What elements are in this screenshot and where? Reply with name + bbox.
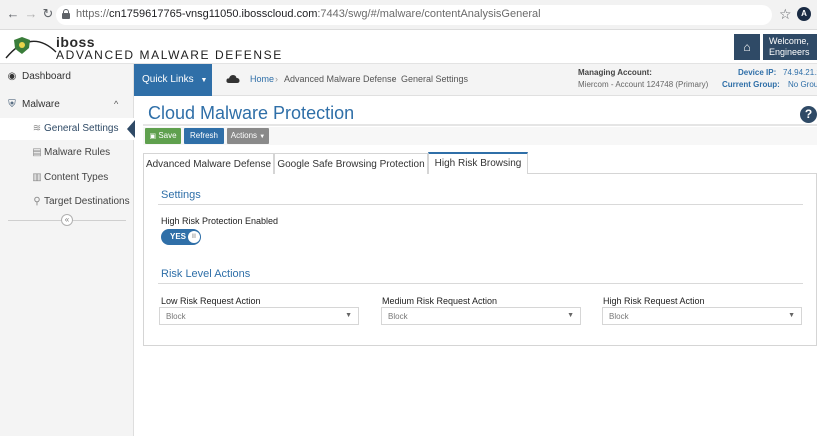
sidebar-item-malware-rules[interactable]: ▤ Malware Rules	[0, 142, 134, 164]
title-divider	[143, 124, 817, 126]
sidebar-item-target-destinations[interactable]: ⚲ Target Destinations	[0, 191, 134, 213]
content-types-icon: ▥	[32, 172, 42, 183]
settings-divider	[158, 204, 803, 205]
high-risk-action-select[interactable]: Block ▼	[602, 307, 802, 325]
user-name: Engineers	[769, 47, 810, 57]
tab-advanced-malware-defense[interactable]: Advanced Malware Defense	[143, 153, 274, 174]
device-ip-label: Device IP:	[738, 68, 777, 77]
device-ip-value: 74.94.21.210	[783, 68, 817, 77]
breadcrumb-section[interactable]: Advanced Malware Defense	[284, 74, 397, 84]
home-icon: ⌂	[743, 40, 751, 54]
tab-google-safe-browsing[interactable]: Google Safe Browsing Protection	[274, 153, 428, 174]
quick-links-button[interactable]: Quick Links ▼	[134, 64, 212, 96]
medium-risk-action-select[interactable]: Block ▼	[381, 307, 581, 325]
shield-icon: ⛨	[8, 99, 16, 110]
settings-sliders-icon: ≋	[32, 123, 42, 134]
high-risk-label: High Risk Request Action	[603, 296, 705, 306]
caret-down-icon: ▼	[567, 312, 574, 319]
caret-down-icon: ▼	[345, 312, 352, 319]
chevron-up-icon[interactable]: ^	[114, 99, 118, 109]
managing-account-value: Miercom - Account 124748 (Primary)	[578, 80, 709, 89]
forward-arrow-icon[interactable]: →	[24, 7, 38, 21]
lock-icon	[62, 9, 70, 19]
cloud-icon	[226, 75, 240, 83]
save-button[interactable]: ▣ Save	[145, 128, 181, 144]
low-risk-label: Low Risk Request Action	[161, 296, 261, 306]
risk-level-divider	[158, 283, 803, 284]
actions-dropdown[interactable]: Actions ▼	[227, 128, 269, 144]
action-toolbar: ▣ Save Refresh Actions ▼	[143, 127, 817, 145]
sidebar-item-dashboard[interactable]: ◉ Dashboard	[0, 66, 134, 88]
app-header: iboss ADVANCED MALWARE DEFENSE ⌂ Welcome…	[0, 30, 817, 64]
dashboard-icon: ◉	[7, 71, 17, 82]
welcome-text: Welcome,	[769, 36, 809, 46]
active-pointer	[127, 120, 135, 138]
welcome-menu[interactable]: Welcome, Engineers	[763, 34, 817, 60]
protection-toggle[interactable]: YES Ⅲ	[161, 229, 201, 245]
caret-down-icon: ▼	[200, 77, 208, 84]
medium-risk-label: Medium Risk Request Action	[382, 296, 498, 306]
bookmark-star-icon[interactable]: ☆	[779, 6, 792, 23]
url-text: https://cn1759617765-vnsg11050.ibossclou…	[76, 8, 541, 20]
tab-high-risk-browsing[interactable]: High Risk Browsing	[428, 152, 528, 174]
floppy-icon: ▣	[149, 133, 157, 140]
rules-icon: ▤	[32, 147, 42, 158]
help-icon[interactable]: ?	[800, 106, 817, 123]
iboss-logo-icon	[5, 37, 57, 59]
profile-avatar[interactable]: A	[797, 7, 811, 21]
settings-section-title: Settings	[161, 189, 201, 201]
refresh-button[interactable]: Refresh	[184, 128, 224, 144]
product-name: ADVANCED MALWARE DEFENSE	[56, 48, 283, 62]
low-risk-action-select[interactable]: Block ▼	[159, 307, 359, 325]
caret-down-icon: ▼	[788, 312, 795, 319]
page-title: Cloud Malware Protection	[148, 103, 355, 123]
current-group-value[interactable]: No Group Se	[788, 80, 817, 89]
caret-down-icon: ▼	[259, 134, 266, 140]
sidebar-item-content-types[interactable]: ▥ Content Types	[0, 167, 134, 189]
collapse-sidebar-icon[interactable]: «	[61, 214, 73, 226]
reload-icon[interactable]: ↻	[41, 7, 55, 21]
protection-enabled-label: High Risk Protection Enabled	[161, 216, 279, 226]
breadcrumb-current: General Settings	[401, 74, 469, 84]
risk-level-section-title: Risk Level Actions	[161, 268, 251, 280]
sidebar-item-malware[interactable]: ⛨ Malware ^	[0, 94, 134, 116]
managing-account-label: Managing Account:	[578, 68, 652, 77]
address-bar[interactable]: https://cn1759617765-vnsg11050.ibossclou…	[56, 5, 772, 25]
toggle-knob-icon: Ⅲ	[188, 231, 200, 243]
breadcrumb-home[interactable]: Home	[250, 74, 274, 84]
sidebar-item-general-settings[interactable]: ≋ General Settings	[0, 118, 135, 140]
target-icon: ⚲	[33, 196, 41, 207]
back-arrow-icon[interactable]: ←	[6, 7, 20, 21]
sidebar: ◉ Dashboard ⛨ Malware ^ ≋ General Settin…	[0, 64, 135, 436]
browser-toolbar: ← → ↻ https://cn1759617765-vnsg11050.ibo…	[0, 0, 817, 30]
breadcrumb-bar: Quick Links ▼ Home › Advanced Malware De…	[134, 64, 817, 96]
breadcrumb-separator: ›	[275, 74, 278, 84]
home-button[interactable]: ⌂	[734, 34, 760, 60]
app-root: ← → ↻ https://cn1759617765-vnsg11050.ibo…	[0, 0, 817, 436]
breadcrumb-separator: ›	[392, 74, 395, 84]
current-group-label: Current Group:	[722, 80, 780, 89]
